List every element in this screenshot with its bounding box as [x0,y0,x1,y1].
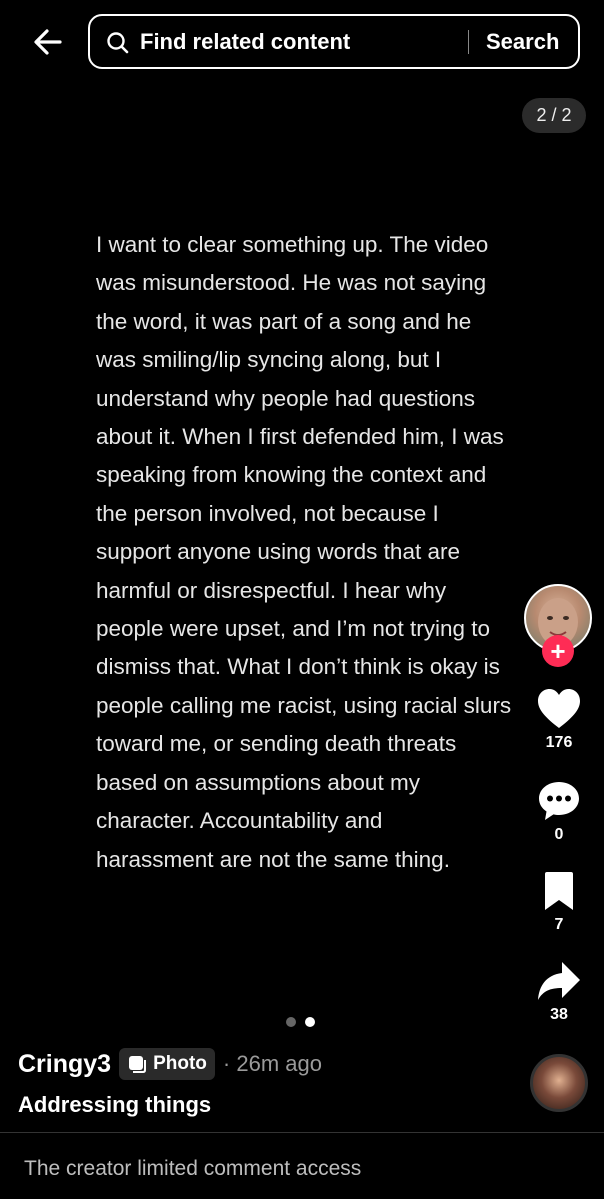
follow-plus-button[interactable]: + [542,635,574,667]
comment-button[interactable]: 0 [530,780,588,844]
heart-icon [538,689,580,728]
post-timestamp: · 26m ago [222,1051,322,1076]
post-info: Cringy3 Photo · 26m ago Addressing thing… [18,1046,518,1118]
search-bar[interactable]: Find related content Search [88,14,580,69]
page-indicator: 2 / 2 [522,98,586,133]
comment-bubble-icon [539,782,579,820]
share-button[interactable]: 38 [530,960,588,1024]
save-count: 7 [554,916,564,933]
post-caption[interactable]: Addressing things [18,1092,518,1118]
like-button[interactable]: 176 [530,688,588,752]
carousel-dots [286,1017,315,1027]
search-icon [107,32,129,54]
search-button[interactable]: Search [486,29,559,55]
creator-username[interactable]: Cringy3 [18,1050,111,1079]
share-count: 38 [550,1006,568,1023]
photo-stack-icon [129,1056,147,1073]
carousel-dot-active[interactable] [305,1017,315,1027]
plus-icon: + [550,636,566,666]
like-count: 176 [545,734,573,751]
photo-badge: Photo [119,1048,215,1080]
carousel-dot[interactable] [286,1017,296,1027]
save-button[interactable]: 7 [530,870,588,934]
creator-row: Cringy3 Photo · 26m ago [18,1046,518,1082]
comment-access-notice: The creator limited comment access [24,1157,362,1180]
divider [0,1132,604,1133]
bookmark-icon [545,872,573,910]
photo-badge-label: Photo [153,1053,207,1074]
comment-count: 0 [554,826,564,843]
search-input[interactable]: Find related content [140,29,350,55]
top-bar: Find related content Search [0,0,604,84]
post-text: I want to clear something up. The video … [96,232,512,872]
share-arrow-icon [538,962,580,1000]
back-button[interactable] [28,22,68,62]
search-divider [468,30,469,54]
music-disc[interactable] [530,1054,588,1112]
arrow-left-icon [34,29,62,55]
